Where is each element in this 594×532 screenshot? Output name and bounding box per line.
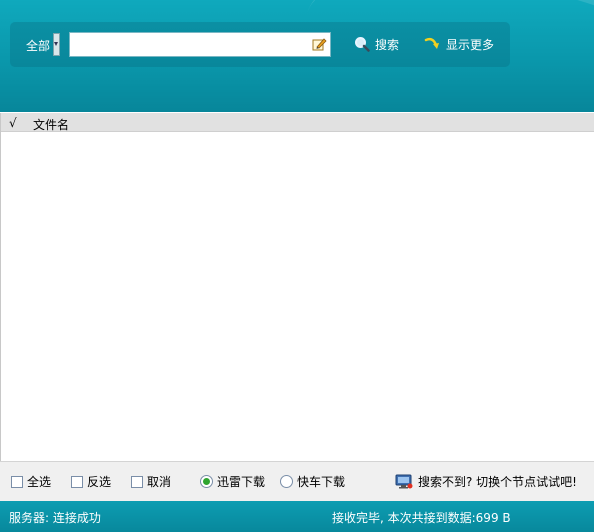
search-button-label: 搜索 bbox=[375, 37, 400, 52]
cancel-label: 取消 bbox=[147, 475, 172, 489]
arrow-more-icon bbox=[424, 37, 439, 49]
radio-button[interactable] bbox=[280, 475, 293, 488]
radio-button-selected[interactable] bbox=[200, 475, 213, 488]
select-all-checkbox[interactable]: 全选 bbox=[11, 473, 51, 490]
checkbox-box[interactable] bbox=[71, 475, 83, 488]
monitor-icon bbox=[395, 474, 413, 489]
server-status-text: 服务器: 连接成功 bbox=[9, 511, 101, 525]
cancel-checkbox[interactable]: 取消 bbox=[131, 473, 171, 490]
flashget-download-label: 快车下载 bbox=[297, 475, 346, 489]
status-bar: 服务器: 连接成功 接收完毕, 本次共接到数据:699 B bbox=[0, 501, 594, 532]
show-more-button[interactable]: 显示更多 bbox=[424, 34, 494, 54]
receive-status-text: 接收完毕, 本次共接到数据:699 B bbox=[332, 511, 511, 525]
switch-node-hint-link[interactable]: 搜索不到? 切换个节点试试吧! bbox=[395, 473, 577, 490]
column-header-filename[interactable]: 文件名 bbox=[33, 116, 69, 133]
search-input[interactable] bbox=[69, 32, 331, 57]
radio-flashget-download[interactable]: 快车下载 bbox=[280, 473, 345, 490]
column-header-check[interactable]: √ bbox=[9, 116, 17, 130]
scope-dropdown-arrow-icon[interactable] bbox=[53, 33, 60, 56]
switch-node-hint-label: 搜索不到? 切换个节点试试吧! bbox=[418, 475, 577, 489]
file-list-header: √ 文件名 bbox=[1, 113, 594, 132]
checkbox-box[interactable] bbox=[11, 475, 23, 488]
show-more-label: 显示更多 bbox=[446, 37, 495, 52]
options-bar: 全选 反选 取消 迅雷下载 快车下载 搜索不到? 切换个节点试试吧! bbox=[0, 461, 594, 501]
checkbox-box[interactable] bbox=[131, 475, 143, 488]
invert-selection-checkbox[interactable]: 反选 bbox=[71, 473, 111, 490]
search-header: 全部 搜索 显示更多 bbox=[0, 0, 594, 112]
xunlei-download-label: 迅雷下载 bbox=[217, 475, 266, 489]
search-button[interactable]: 搜索 bbox=[354, 34, 399, 54]
magnifier-icon bbox=[355, 37, 370, 52]
invert-selection-label: 反选 bbox=[87, 475, 112, 489]
search-scope-label[interactable]: 全部 bbox=[26, 37, 50, 54]
radio-xunlei-download[interactable]: 迅雷下载 bbox=[200, 473, 265, 490]
select-all-label: 全选 bbox=[27, 475, 52, 489]
edit-icon[interactable] bbox=[312, 37, 327, 51]
file-list[interactable]: √ 文件名 bbox=[0, 113, 594, 461]
